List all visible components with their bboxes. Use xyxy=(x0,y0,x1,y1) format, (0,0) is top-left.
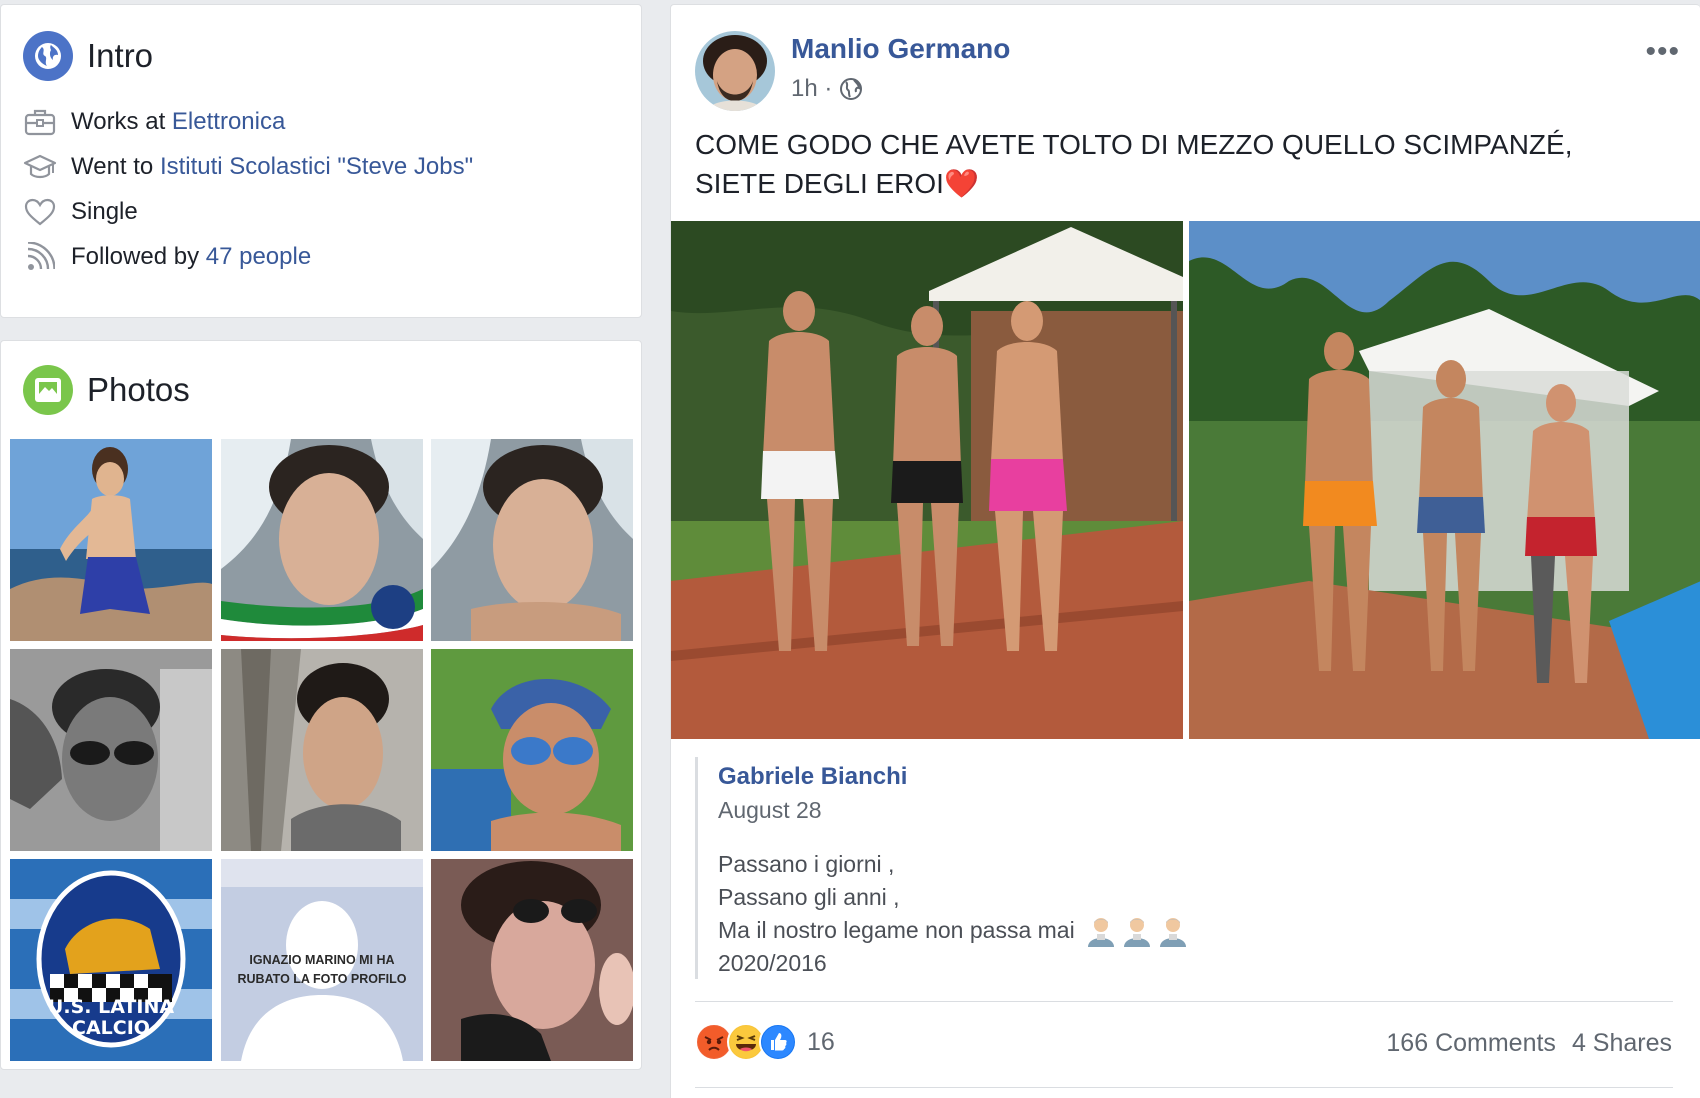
followers-link[interactable]: 47 people xyxy=(206,243,311,271)
photo-thumbnail[interactable] xyxy=(221,439,423,641)
divider xyxy=(695,1087,1673,1088)
photo-thumbnail[interactable]: IGNAZIO MARINO MI HA RUBATO LA FOTO PROF… xyxy=(221,859,423,1061)
briefcase-icon xyxy=(23,105,57,139)
intro-followers-row: Followed by 47 people xyxy=(23,240,311,274)
photos-card: Photos U.S. LATINA CALCIO IGNAZIO MARINO… xyxy=(0,340,642,1070)
post-stats: 166 Comments 4 Shares xyxy=(1386,1029,1672,1058)
graduation-cap-icon xyxy=(23,150,57,184)
globe-icon xyxy=(23,31,73,81)
shared-text: Passano i giorni , Passano gli anni , Ma… xyxy=(718,848,1655,980)
shared-date[interactable]: August 28 xyxy=(718,797,1655,824)
work-prefix: Works at xyxy=(71,108,172,135)
post-author[interactable]: Manlio Germano xyxy=(791,33,1010,65)
post-photo[interactable] xyxy=(1189,221,1700,739)
profile-caption: IGNAZIO MARINO MI HA RUBATO LA FOTO PROF… xyxy=(221,951,423,989)
caption-line1: IGNAZIO MARINO MI HA xyxy=(249,953,395,967)
time-separator: · xyxy=(817,75,840,102)
rss-icon xyxy=(23,240,57,274)
shared-line3-row: Ma il nostro legame non passa mai xyxy=(718,914,1655,947)
intro-work-row: Works at Elettronica xyxy=(23,105,285,139)
latina-badge-text: U.S. LATINA CALCIO xyxy=(10,997,212,1039)
photo-thumbnail[interactable] xyxy=(221,649,423,851)
like-reaction-icon xyxy=(759,1023,797,1061)
intro-title: Intro xyxy=(87,37,154,74)
heart-emoji: ❤️ xyxy=(943,168,979,199)
shared-line4: 2020/2016 xyxy=(718,950,827,976)
post-photo[interactable] xyxy=(671,221,1183,739)
shared-line3: Ma il nostro legame non passa mai xyxy=(718,917,1075,943)
intro-relationship-row: Single xyxy=(23,195,138,229)
latina-badge-line1: U.S. LATINA xyxy=(47,996,175,1018)
photo-thumbnail[interactable] xyxy=(431,649,633,851)
education-prefix: Went to xyxy=(71,153,160,180)
photos-header: Photos xyxy=(23,365,190,415)
shared-line1: Passano i giorni , xyxy=(718,851,895,877)
education-link[interactable]: Istituti Scolastici "Steve Jobs" xyxy=(160,153,473,181)
intro-card: Intro Works at Elettronica Went to Istit… xyxy=(0,4,642,318)
photo-thumbnail[interactable] xyxy=(10,649,212,851)
shared-author[interactable]: Gabriele Bianchi xyxy=(718,763,1655,791)
work-link[interactable]: Elettronica xyxy=(172,108,285,136)
post-timestamp: 1h · xyxy=(791,75,863,103)
caption-line2: RUBATO LA FOTO PROFILO xyxy=(237,972,407,986)
photo-thumbnail[interactable] xyxy=(431,859,633,1061)
reaction-count[interactable]: 16 xyxy=(807,1028,835,1057)
avatar[interactable] xyxy=(695,31,775,111)
post-text: COME GODO CHE AVETE TOLTO DI MEZZO QUELL… xyxy=(695,125,1635,203)
photo-thumbnail[interactable] xyxy=(10,439,212,641)
photo-thumbnail[interactable]: U.S. LATINA CALCIO xyxy=(10,859,212,1061)
photo-icon xyxy=(23,365,73,415)
photo-thumbnail[interactable] xyxy=(431,439,633,641)
divider xyxy=(695,1001,1673,1002)
post-card: Manlio Germano 1h · ••• COME GODO CHE AV… xyxy=(670,4,1700,1098)
post-time-text[interactable]: 1h xyxy=(791,75,818,103)
shares-count[interactable]: 4 Shares xyxy=(1572,1029,1672,1058)
latina-badge-line2: CALCIO xyxy=(72,1017,150,1039)
globe-icon xyxy=(839,77,863,101)
post-text-body: COME GODO CHE AVETE TOLTO DI MEZZO QUELL… xyxy=(695,129,1573,199)
followers-prefix: Followed by xyxy=(71,243,206,270)
heart-icon xyxy=(23,195,57,229)
shared-post[interactable]: Gabriele Bianchi August 28 Passano i gio… xyxy=(695,757,1655,979)
photos-title: Photos xyxy=(87,371,190,408)
more-options-icon[interactable]: ••• xyxy=(1645,35,1680,69)
relationship-text: Single xyxy=(71,198,138,225)
intro-education-row: Went to Istituti Scolastici "Steve Jobs" xyxy=(23,150,473,184)
comments-count[interactable]: 166 Comments xyxy=(1386,1029,1556,1058)
shared-line2: Passano gli anni , xyxy=(718,884,900,910)
intro-header: Intro xyxy=(23,31,153,81)
people-emoji-group xyxy=(1085,915,1191,947)
reactions-summary[interactable]: 16 xyxy=(695,1023,835,1061)
